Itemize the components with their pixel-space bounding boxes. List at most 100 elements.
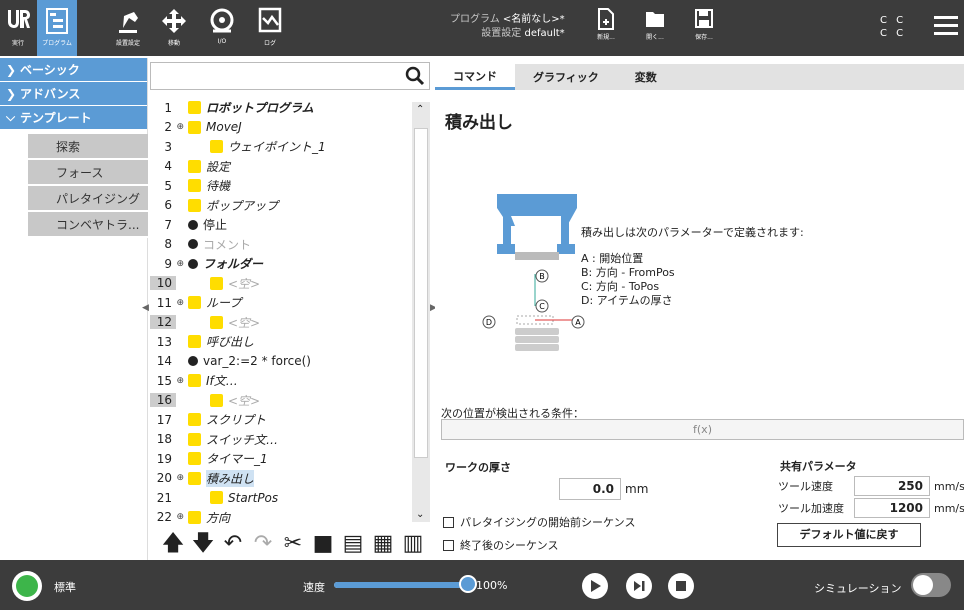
tree-line[interactable]: 21 StartPos: [150, 488, 412, 508]
move-tab-button[interactable]: 移動: [156, 0, 192, 56]
tree-search-input[interactable]: [150, 62, 430, 90]
tree-indent[interactable]: ⊕: [176, 473, 188, 483]
line-label: 待機: [206, 179, 231, 194]
line-label: var_2:=2 * force(): [203, 354, 311, 369]
nav-palletizing-label: パレタイジング: [56, 191, 141, 206]
tree-line[interactable]: 1 ロボットプログラム: [150, 98, 412, 118]
tree-line[interactable]: 5 待機: [150, 176, 412, 196]
paste-icon[interactable]: ▤: [338, 531, 368, 557]
suppress-icon[interactable]: ▥: [398, 531, 428, 557]
run-tab-button[interactable]: 実行: [0, 0, 36, 56]
tab-command[interactable]: コマンド: [435, 64, 515, 90]
tree-indent[interactable]: ⊕: [176, 298, 188, 308]
reset-defaults-button[interactable]: デフォルト値に戻す: [777, 523, 921, 547]
log-tab-button[interactable]: ログ: [252, 0, 288, 56]
empty-icon: [210, 315, 223, 329]
tool-speed-field[interactable]: 250: [854, 476, 930, 496]
line-number: 18: [156, 432, 172, 447]
line-label: ポップアップ: [206, 198, 279, 213]
tree-line[interactable]: 9 ⊕ フォルダー: [150, 254, 412, 274]
description-b: B: 方向 - FromPos: [581, 266, 675, 279]
checkbox-icon[interactable]: [443, 539, 454, 551]
tree-line[interactable]: 20 ⊕ 積み出し: [150, 469, 412, 489]
tree-line[interactable]: 6 ポップアップ: [150, 196, 412, 216]
tree-line[interactable]: 10 <空>: [150, 274, 412, 294]
nav-templates[interactable]: ⌵ テンプレート: [0, 106, 147, 130]
tree-line[interactable]: 8 コメント: [150, 235, 412, 255]
line-number: 22: [156, 510, 172, 525]
nav-search[interactable]: 探索: [28, 134, 148, 160]
tree-line[interactable]: 17 スクリプト: [150, 410, 412, 430]
copy-icon[interactable]: ■: [308, 531, 338, 557]
scroll-down-icon[interactable]: ⌄: [416, 509, 424, 520]
tool-acceleration-field[interactable]: 1200: [854, 498, 930, 518]
speed-slider[interactable]: [334, 582, 468, 588]
redo-icon[interactable]: ↷: [248, 531, 278, 557]
collapse-left-handle[interactable]: ◀: [142, 303, 149, 313]
post-sequence-checkbox[interactable]: 終了後のシーケンス: [443, 537, 558, 553]
cut-icon[interactable]: ✂: [278, 531, 308, 557]
tree-line[interactable]: 16 <空>: [150, 391, 412, 411]
switch-icon: [188, 432, 201, 446]
tree-line[interactable]: 11 ⊕ ループ: [150, 293, 412, 313]
depalletize-icon: [188, 471, 201, 485]
tree-scrollbar[interactable]: ⌃ ⌄: [412, 102, 430, 522]
line-label: 方向: [206, 510, 231, 525]
move-tab-label: 移動: [167, 40, 180, 47]
undo-icon[interactable]: ↶: [218, 531, 248, 557]
menu-icon[interactable]: [934, 16, 958, 36]
nav-advanced[interactable]: ❯ アドバンス: [0, 82, 147, 106]
save-file-button[interactable]: 保存...: [689, 8, 719, 41]
program-tab-button[interactable]: プログラム: [37, 0, 77, 56]
tree-line[interactable]: 13 呼び出し: [150, 332, 412, 352]
delete-icon[interactable]: ▦: [368, 531, 398, 557]
footer-bar: 標準 速度 100% シミュレーション: [0, 560, 964, 610]
nav-force[interactable]: フォース: [28, 160, 148, 186]
tree-line[interactable]: 3 ウェイポイント_1: [150, 137, 412, 157]
tree-line[interactable]: 7 停止: [150, 215, 412, 235]
move-up-icon[interactable]: 🡅: [158, 531, 188, 557]
tree-line[interactable]: 18 スイッチ文…: [150, 430, 412, 450]
play-button[interactable]: [582, 573, 608, 599]
speed-slider-knob[interactable]: [459, 575, 477, 593]
search-icon[interactable]: [405, 66, 425, 86]
tree-line[interactable]: 19 タイマー_1: [150, 449, 412, 469]
scroll-up-icon[interactable]: ⌃: [416, 104, 424, 115]
line-label: 積み出し: [206, 469, 255, 487]
tab-variables[interactable]: 変数: [617, 64, 675, 90]
tree-indent[interactable]: ⊕: [176, 512, 188, 522]
checkbox-icon[interactable]: [443, 516, 454, 528]
nav-conveyor[interactable]: コンベヤトラ...: [28, 212, 148, 238]
tree-line[interactable]: 22 ⊕ 方向: [150, 508, 412, 528]
tree-line[interactable]: 4 設定: [150, 157, 412, 177]
step-button[interactable]: [626, 573, 652, 599]
tree-line[interactable]: 12 <空>: [150, 313, 412, 333]
installation-tab-button[interactable]: 設置設定: [110, 0, 146, 56]
stop-icon: [676, 581, 686, 591]
stop-button[interactable]: [668, 573, 694, 599]
tree-scroll-thumb[interactable]: [414, 128, 428, 458]
tree-indent[interactable]: ⊕: [176, 376, 188, 386]
tool-speed-row: ツール速度 250 mm/s: [778, 476, 964, 496]
empty-icon: [210, 276, 223, 290]
line-label: 呼び出し: [206, 335, 255, 350]
pre-sequence-checkbox[interactable]: パレタイジングの開始前シーケンス: [443, 514, 635, 530]
move-down-icon[interactable]: 🡇: [188, 531, 218, 557]
nav-basic[interactable]: ❯ ベーシック: [0, 58, 147, 82]
tree-line[interactable]: 14 var_2:=2 * force(): [150, 352, 412, 372]
new-file-button[interactable]: 新規...: [591, 8, 621, 41]
open-file-button[interactable]: 開く...: [640, 8, 670, 41]
tree-indent[interactable]: ⊕: [176, 122, 188, 132]
io-tab-button[interactable]: I/O: [204, 0, 240, 56]
tree-line[interactable]: 2 ⊕ MoveJ: [150, 118, 412, 138]
condition-expression-field[interactable]: f(x): [441, 419, 964, 440]
power-button[interactable]: [12, 571, 42, 601]
workpiece-thickness-field[interactable]: 0.0: [559, 478, 621, 500]
simulation-toggle[interactable]: [911, 573, 951, 597]
tab-graphics[interactable]: グラフィック: [515, 64, 617, 90]
waypoint-icon: [210, 491, 223, 505]
tree-line[interactable]: 15 ⊕ If文…: [150, 371, 412, 391]
tree-indent[interactable]: ⊕: [176, 259, 188, 269]
nav-palletizing[interactable]: パレタイジング: [28, 186, 148, 212]
ur-logo-icon: [8, 10, 30, 28]
